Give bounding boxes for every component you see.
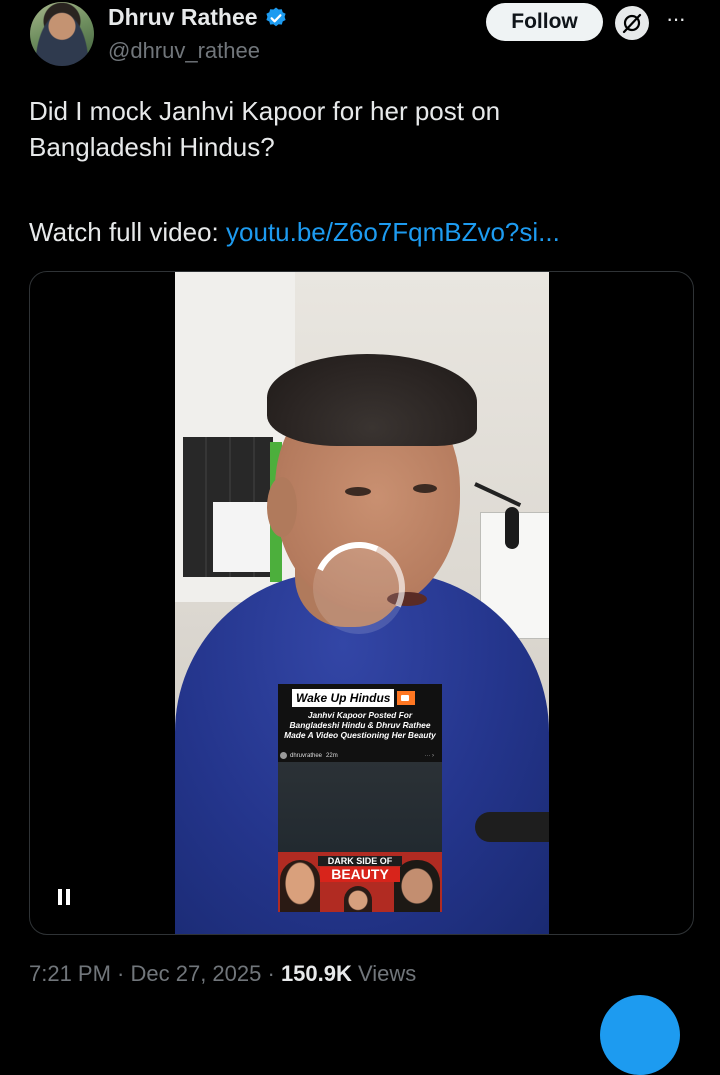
video-frame[interactable]: Wake Up Hindus Janhvi Kapoor Posted For … [175,272,549,934]
grok-glyph-icon [622,13,642,34]
microphone [505,507,519,549]
meta-separator-2: · [261,961,281,986]
wall-panel [213,502,273,572]
author-avatar[interactable] [30,2,94,66]
story-time: 22m [326,752,338,759]
overlay-title-row: Wake Up Hindus [292,689,416,707]
mic-arm [474,482,522,507]
thumbnail-face-center [344,886,372,912]
overlay-subtitle: Janhvi Kapoor Posted For Bangladeshi Hin… [284,710,436,740]
person-hair [267,354,477,446]
story-screenshot-overlay: Wake Up Hindus Janhvi Kapoor Posted For … [278,684,442,912]
tweet-line-1: Did I mock Janhvi Kapoor for her post on [29,96,501,126]
video-player[interactable]: Wake Up Hindus Janhvi Kapoor Posted For … [29,271,694,935]
tweet-line-2: Bangladeshi Hindus? [29,132,275,162]
story-more-icon: ··· › [424,752,434,759]
grok-icon[interactable] [615,6,649,40]
views-label: Views [358,961,417,986]
author-name[interactable]: Dhruv Rathee [108,4,258,31]
saffron-flag-icon [397,691,416,705]
thumbnail-caption-2: BEAUTY [320,867,400,882]
pause-icon[interactable] [58,889,70,905]
person-ear [267,477,297,537]
overlay-header: Wake Up Hindus Janhvi Kapoor Posted For … [278,684,442,762]
author-name-row[interactable]: Dhruv Rathee [108,4,288,31]
thumbnail-face-left [280,860,320,912]
tweet-date[interactable]: Dec 27, 2025 [131,961,262,986]
tweet-watch-line: Watch full video: youtu.be/Z6o7FqmBZvo?s… [29,214,560,250]
video-link[interactable]: youtu.be/Z6o7FqmBZvo?si... [226,217,560,247]
watch-prefix: Watch full video: [29,217,227,247]
more-options-icon[interactable]: ··· [666,6,686,32]
follow-button[interactable]: Follow [486,3,603,41]
overlay-title: Wake Up Hindus [292,689,395,707]
story-avatar [280,752,287,759]
views-count: 150.9K [280,961,352,986]
thumbnail-caption-1: DARK SIDE OF [318,856,402,866]
thumbnail-face-right [394,860,440,912]
author-handle[interactable]: @dhruv_rathee [108,38,260,64]
meta-separator-1: · [110,961,131,986]
tweet-meta: 7:21 PM · Dec 27, 2025 · 150.9K Views [29,961,416,987]
tweet-time[interactable]: 7:21 PM [29,961,111,986]
compose-button[interactable] [600,995,680,1075]
overlay-story-row: dhruvrathee 22m ··· › [280,752,440,759]
person-eye-right [413,484,437,493]
chair [475,812,549,842]
verified-badge-icon [265,7,286,26]
story-user: dhruvrathee [290,752,323,759]
tweet-text: Did I mock Janhvi Kapoor for her post on… [29,93,679,165]
overlay-story-body [278,762,442,852]
person-eye-left [345,487,371,496]
